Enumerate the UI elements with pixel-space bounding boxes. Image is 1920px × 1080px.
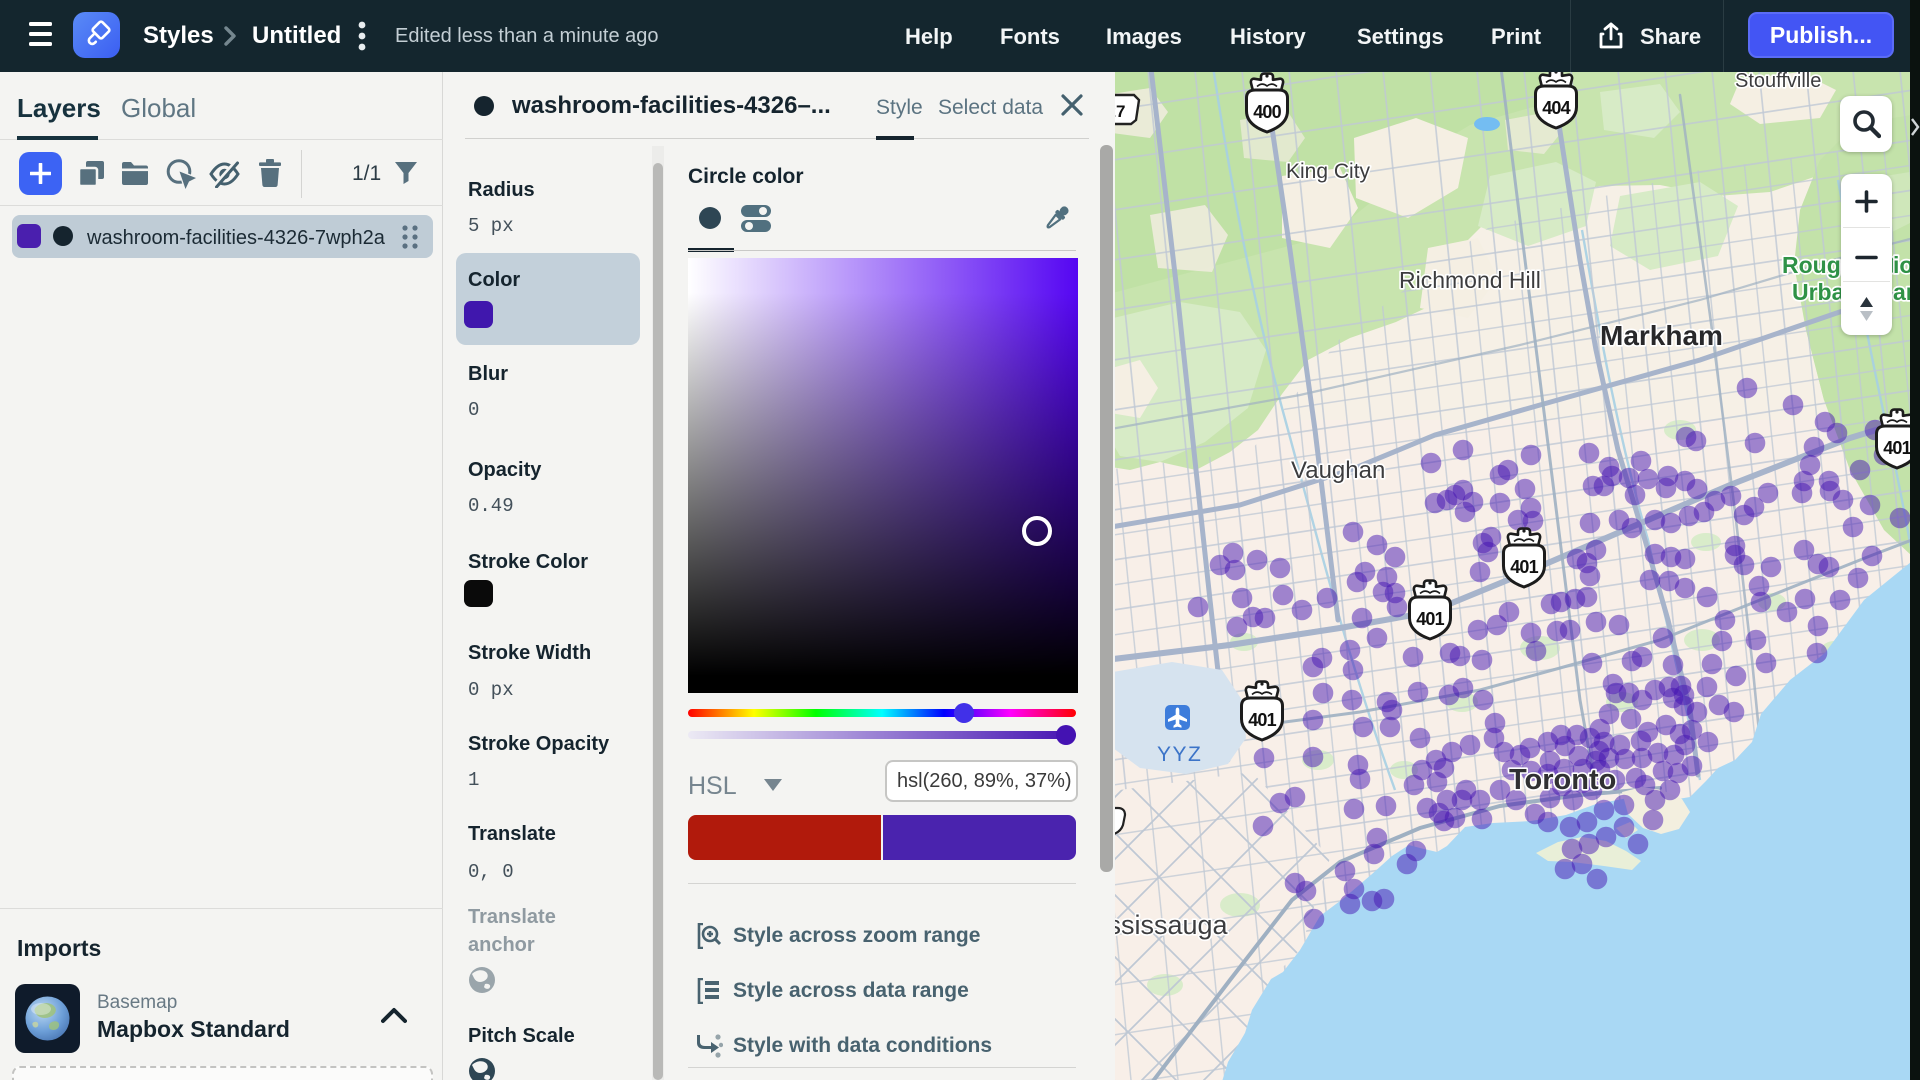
svg-text:401: 401 [1883, 438, 1910, 458]
svg-text:io: io [1893, 252, 1910, 278]
svg-text:27: 27 [1115, 102, 1125, 121]
svg-text:Markham: Markham [1600, 320, 1723, 351]
svg-text:Richmond Hill: Richmond Hill [1399, 267, 1541, 293]
svg-text:Toronto: Toronto [1509, 764, 1616, 796]
svg-text:Vaughan: Vaughan [1291, 457, 1385, 484]
svg-text:400: 400 [1253, 102, 1281, 122]
svg-text:YYZ: YYZ [1157, 743, 1202, 766]
svg-text:King City: King City [1286, 160, 1371, 183]
svg-text:404: 404 [1542, 98, 1570, 118]
svg-text:Mississauga: Mississauga [1115, 910, 1229, 940]
svg-text:401: 401 [1416, 609, 1444, 629]
svg-text:401: 401 [1248, 710, 1276, 730]
svg-text:Stouffville: Stouffville [1735, 72, 1821, 92]
svg-text:ar: ar [1893, 279, 1910, 305]
svg-text:401: 401 [1510, 557, 1538, 577]
